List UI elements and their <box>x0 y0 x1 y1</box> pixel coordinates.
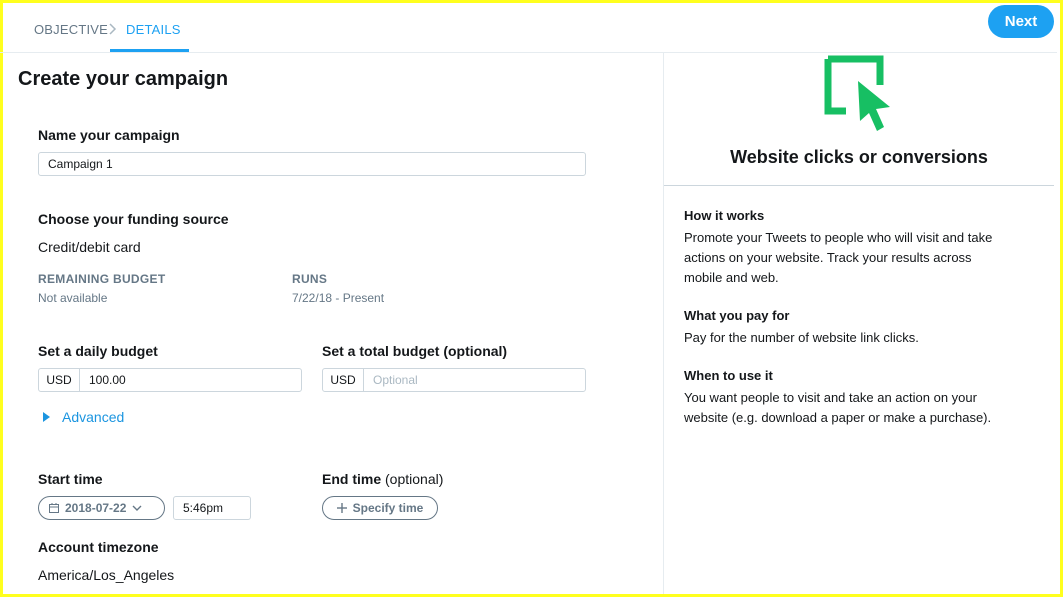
start-date-value: 2018-07-22 <box>65 501 127 515</box>
when-to-use-body: You want people to visit and take an act… <box>684 388 1034 428</box>
objective-title: Website clicks or conversions <box>730 147 988 167</box>
start-time-input[interactable]: 5:46pm <box>173 496 251 520</box>
end-time-label: End time (optional) <box>322 471 443 487</box>
how-it-works-body: Promote your Tweets to people who will v… <box>684 228 1034 288</box>
total-budget-label: Set a total budget (optional) <box>322 343 508 359</box>
specify-time-label[interactable]: Specify time <box>353 501 424 515</box>
start-date-picker[interactable]: 2018-07-22 <box>38 496 165 520</box>
campaign-form: Create your campaign Name your campaign … <box>3 53 663 594</box>
website-click-icon <box>824 55 890 131</box>
total-budget-placeholder[interactable]: Optional <box>364 369 585 391</box>
how-it-works-line: actions on your website. Track your resu… <box>684 250 972 265</box>
advanced-label[interactable]: Advanced <box>62 409 124 425</box>
end-time-label-text: End time <box>322 471 382 487</box>
what-you-pay-heading: What you pay for <box>684 308 790 323</box>
daily-budget-value[interactable]: 100.00 <box>80 369 301 391</box>
breadcrumb: OBJECTIVE DETAILS <box>0 3 1057 53</box>
campaign-name-input[interactable]: Campaign 1 <box>38 152 586 176</box>
calendar-icon <box>49 503 59 513</box>
caret-right-icon <box>43 412 50 422</box>
funding-source-value[interactable]: Credit/debit card <box>38 239 141 255</box>
runs-value: 7/22/18 - Present <box>292 291 385 305</box>
active-tab-indicator <box>110 49 189 52</box>
what-you-pay-body: Pay for the number of website link click… <box>684 330 919 345</box>
breadcrumb-objective[interactable]: OBJECTIVE <box>34 22 108 37</box>
plus-icon <box>336 503 347 513</box>
funding-source-label: Choose your funding source <box>38 211 229 227</box>
remaining-budget-value: Not available <box>38 291 108 305</box>
when-to-use-line: website (e.g. download a paper or make a… <box>684 410 992 425</box>
breadcrumb-details[interactable]: DETAILS <box>126 22 181 37</box>
total-budget-input[interactable]: USD Optional <box>322 368 586 392</box>
chevron-right-icon <box>109 23 117 35</box>
next-button[interactable]: Next <box>988 5 1054 38</box>
when-to-use-line: You want people to visit and take an act… <box>684 390 977 405</box>
daily-budget-currency: USD <box>39 369 80 391</box>
daily-budget-label: Set a daily budget <box>38 343 158 359</box>
specify-time-button[interactable]: Specify time <box>322 496 438 520</box>
page-title: Create your campaign <box>18 68 229 90</box>
how-it-works-line: Promote your Tweets to people who will v… <box>684 230 993 245</box>
runs-label: RUNS <box>292 272 328 286</box>
start-time-label: Start time <box>38 471 103 487</box>
when-to-use-heading: When to use it <box>684 368 773 383</box>
how-it-works-heading: How it works <box>684 208 765 223</box>
daily-budget-input[interactable]: USD 100.00 <box>38 368 302 392</box>
chevron-down-icon <box>132 505 142 511</box>
end-time-optional: (optional) <box>385 471 444 487</box>
remaining-budget-label: REMAINING BUDGET <box>38 272 166 286</box>
campaign-name-label: Name your campaign <box>38 127 180 143</box>
timezone-label: Account timezone <box>38 539 159 555</box>
timezone-value: America/Los_Angeles <box>38 567 175 583</box>
total-budget-currency: USD <box>323 369 364 391</box>
how-it-works-line: mobile and web. <box>684 270 779 285</box>
objective-hero: Website clicks or conversions <box>664 53 1054 186</box>
advanced-toggle[interactable]: Advanced <box>43 409 124 425</box>
